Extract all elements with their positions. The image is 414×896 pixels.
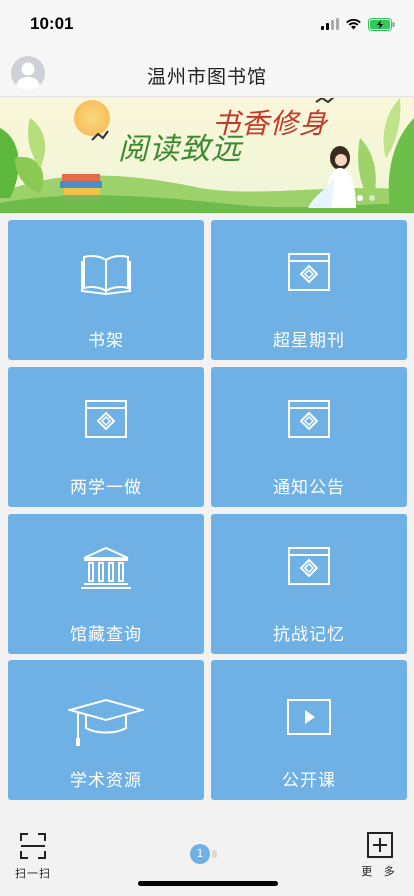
tile-catalog-search[interactable]: 馆藏查询 bbox=[8, 514, 204, 654]
open-book-icon bbox=[8, 252, 204, 296]
journal-frame-icon bbox=[211, 399, 407, 443]
journal-frame-icon bbox=[211, 252, 407, 296]
tile-notices[interactable]: 通知公告 bbox=[211, 367, 407, 507]
tile-academic-resources[interactable]: 学术资源 bbox=[8, 660, 204, 800]
tile-label: 书架 bbox=[88, 331, 124, 351]
page-title: 温州市图书馆 bbox=[146, 66, 267, 88]
more-label: 更 多 bbox=[361, 865, 399, 878]
tile-open-courses[interactable]: 公开课 bbox=[211, 660, 407, 800]
banner-page-dots bbox=[357, 195, 375, 201]
tile-two-studies[interactable]: 两学一做 bbox=[8, 367, 204, 507]
more-button[interactable]: 更 多 bbox=[360, 832, 400, 879]
add-square-icon bbox=[367, 832, 393, 858]
status-icons bbox=[321, 16, 396, 32]
banner-carousel[interactable]: 阅读致远 书香修身 bbox=[0, 98, 414, 213]
scan-button[interactable]: 扫一扫 bbox=[14, 832, 52, 881]
journal-frame-icon bbox=[8, 399, 204, 443]
tile-label: 公开课 bbox=[282, 771, 336, 791]
tile-label: 馆藏查询 bbox=[70, 625, 142, 645]
tile-bookshelf[interactable]: 书架 bbox=[8, 220, 204, 360]
scan-icon bbox=[20, 833, 46, 859]
status-time: 10:01 bbox=[30, 14, 74, 33]
tile-label: 两学一做 bbox=[70, 478, 142, 498]
home-indicator[interactable] bbox=[138, 881, 278, 886]
signal-icon bbox=[321, 18, 339, 30]
battery-charging-icon bbox=[368, 17, 395, 31]
page-indicator-current: 1 bbox=[190, 844, 210, 864]
tile-label: 超星期刊 bbox=[273, 331, 345, 351]
status-bar: 10:01 bbox=[0, 0, 414, 50]
graduation-cap-icon bbox=[8, 698, 204, 746]
journal-frame-icon bbox=[211, 546, 407, 590]
scan-label: 扫一扫 bbox=[15, 867, 51, 880]
tile-superstar-journals[interactable]: 超星期刊 bbox=[211, 220, 407, 360]
app-header: 温州市图书馆 bbox=[0, 50, 414, 97]
tile-label: 通知公告 bbox=[273, 478, 345, 498]
library-building-icon bbox=[8, 546, 204, 590]
video-play-icon bbox=[211, 698, 407, 742]
tile-label: 学术资源 bbox=[70, 771, 142, 791]
wifi-icon bbox=[346, 18, 361, 30]
tile-label: 抗战记忆 bbox=[273, 625, 345, 645]
banner-slogan-line2: 书香修身 bbox=[212, 107, 329, 140]
tile-war-memory[interactable]: 抗战记忆 bbox=[211, 514, 407, 654]
page-indicator-next bbox=[212, 850, 217, 858]
